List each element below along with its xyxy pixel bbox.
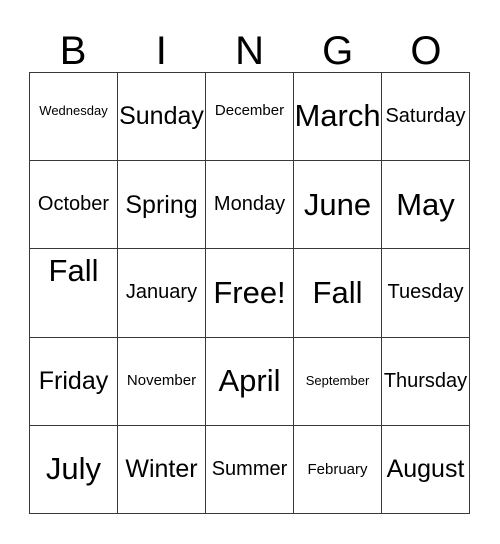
- header-letter-o: O: [410, 29, 442, 73]
- bingo-cell-label: September: [305, 373, 370, 389]
- header-letter-b: B: [59, 29, 87, 73]
- bingo-cell-label: Summer: [211, 457, 288, 480]
- bingo-cell[interactable]: October: [30, 161, 118, 250]
- header-letter-i: I: [155, 29, 167, 73]
- bingo-cell-label: Free!: [213, 274, 286, 310]
- bingo-cell-label: January: [125, 281, 198, 304]
- bingo-cell-label: Spring: [125, 190, 198, 219]
- bingo-cell-label: July: [45, 451, 102, 487]
- bingo-cell-label: June: [303, 186, 372, 222]
- bingo-cell[interactable]: Saturday: [382, 73, 470, 162]
- bingo-cell[interactable]: August: [382, 425, 470, 514]
- bingo-card: B I N G O Wednesday Sunday December March Sa…: [0, 0, 500, 544]
- bingo-cell-label: Tuesday: [387, 281, 464, 304]
- bingo-cell[interactable]: February: [294, 425, 382, 514]
- bingo-cell[interactable]: April: [206, 337, 294, 426]
- bingo-cell-free-space[interactable]: Free!: [206, 249, 294, 338]
- bingo-cell-label: August: [386, 455, 465, 484]
- bingo-cell[interactable]: March: [294, 73, 382, 162]
- bingo-cell-label: Friday: [38, 367, 109, 396]
- bingo-cell-label: February: [307, 460, 368, 478]
- header-letter-g: G: [322, 29, 354, 73]
- bingo-cell[interactable]: Monday: [206, 161, 294, 250]
- bingo-grid: Wednesday Sunday December March Saturday Octo…: [29, 72, 470, 514]
- header-letter-n: N: [235, 29, 264, 73]
- bingo-cell[interactable]: Winter: [118, 425, 206, 514]
- bingo-cell-label: Wednesday: [39, 102, 108, 118]
- bingo-cell-label: Monday: [213, 193, 286, 216]
- bingo-cell-label: March: [294, 98, 381, 134]
- bingo-cell[interactable]: Spring: [118, 161, 206, 250]
- bingo-cell-label: Fall: [312, 274, 363, 310]
- bingo-cell[interactable]: November: [118, 337, 206, 426]
- bingo-cell[interactable]: September: [294, 337, 382, 426]
- bingo-cell[interactable]: Sunday: [118, 73, 206, 162]
- bingo-cell-label: October: [37, 193, 110, 216]
- bingo-cell-label: Fall: [48, 253, 99, 289]
- bingo-cell[interactable]: June: [294, 161, 382, 250]
- bingo-cell[interactable]: Fall: [30, 249, 118, 338]
- bingo-cell[interactable]: January: [118, 249, 206, 338]
- bingo-cell[interactable]: Wednesday: [30, 73, 118, 162]
- bingo-cell-label: Winter: [125, 455, 198, 484]
- bingo-cell-label: December: [214, 101, 285, 119]
- bingo-cell[interactable]: Summer: [206, 425, 294, 514]
- bingo-cell-label: November: [126, 372, 197, 390]
- bingo-cell-label: Saturday: [385, 105, 466, 128]
- bingo-header: B I N G O: [29, 18, 470, 72]
- bingo-cell[interactable]: July: [30, 425, 118, 514]
- bingo-cell-label: Thursday: [383, 369, 468, 392]
- bingo-cell[interactable]: Friday: [30, 337, 118, 426]
- bingo-cell-label: May: [396, 186, 455, 222]
- bingo-cell[interactable]: Fall: [294, 249, 382, 338]
- bingo-cell-label: April: [218, 362, 281, 398]
- bingo-cell-label: Sunday: [119, 102, 204, 131]
- bingo-cell[interactable]: December: [206, 73, 294, 162]
- bingo-cell[interactable]: May: [382, 161, 470, 250]
- bingo-cell[interactable]: Tuesday: [382, 249, 470, 338]
- bingo-cell[interactable]: Thursday: [382, 337, 470, 426]
